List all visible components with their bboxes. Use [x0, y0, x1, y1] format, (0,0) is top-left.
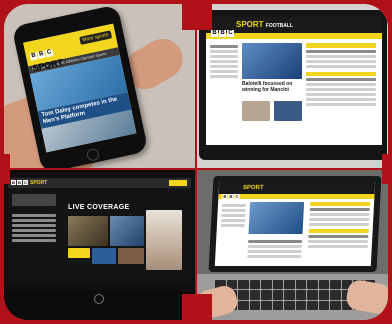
main-story-image[interactable]: [242, 43, 302, 79]
laptop-photo: BBC SPORT FOOTBALL Balotelli focussed on…: [197, 4, 388, 168]
table-column: [306, 43, 376, 108]
tv-screen: BBC SPORT LIVE COVERAGE: [8, 178, 191, 282]
story-thumb[interactable]: [242, 101, 270, 121]
laptop-screen: BBC SPORT: [214, 182, 376, 266]
left-links: [210, 43, 238, 80]
site-subnav[interactable]: [218, 194, 375, 199]
main-headline[interactable]: Balotelli focussed on winning for Mancin…: [242, 81, 302, 93]
phone-screen: BBC SPORT OLYMPICS More sports Schedule …: [23, 23, 137, 153]
live-stream-thumb[interactable]: [110, 216, 144, 246]
more-sports-button[interactable]: More sports: [78, 30, 113, 45]
laptop-screen-frame: BBC SPORT: [208, 176, 382, 272]
live-coverage-heading: LIVE COVERAGE: [68, 204, 130, 211]
athlete-image[interactable]: [146, 210, 182, 270]
frame-notch: [182, 294, 212, 324]
site-title: SPORT: [242, 185, 264, 191]
live-stream-thumb[interactable]: [92, 248, 116, 264]
laptop-lid: BBC SPORT FOOTBALL Balotelli focussed on…: [199, 10, 387, 160]
site-header: BBC SPORT FOOTBALL: [206, 17, 382, 37]
bbc-logo: BBC: [11, 180, 28, 185]
site-title: SPORT: [30, 180, 48, 186]
results-table: [12, 212, 56, 244]
story-list: [247, 238, 303, 260]
video-thumb[interactable]: [12, 194, 56, 206]
site-title: SPORT FOOTBALL: [236, 20, 294, 30]
yellow-tile[interactable]: [68, 248, 90, 258]
bbc-logo: BBC: [211, 30, 234, 37]
site-header: BBC SPORT: [218, 182, 376, 199]
tv-photo: BBC SPORT LIVE COVERAGE: [4, 170, 195, 320]
frame-notch: [0, 154, 10, 184]
left-links: [220, 202, 247, 229]
live-stream-thumb[interactable]: [68, 216, 108, 246]
frame-notch: [382, 154, 392, 184]
home-button[interactable]: [85, 147, 101, 162]
photo-frame: BBC SPORT OLYMPICS More sports Schedule …: [0, 0, 392, 324]
bbc-logo: BBC: [222, 194, 240, 199]
phone-photo: BBC SPORT OLYMPICS More sports Schedule …: [4, 4, 195, 168]
live-stream-thumb[interactable]: [118, 248, 144, 264]
laptop-screen: BBC SPORT FOOTBALL Balotelli focussed on…: [206, 17, 382, 145]
laptop-typing-photo: BBC SPORT: [197, 170, 388, 320]
story-thumb[interactable]: [274, 101, 302, 121]
frame-notch: [182, 0, 212, 30]
table-column: [307, 202, 371, 250]
main-story-image[interactable]: [248, 202, 305, 234]
television: BBC SPORT LIVE COVERAGE: [4, 174, 195, 290]
tv-site-header: BBC SPORT: [8, 178, 191, 188]
tv-stand: [94, 294, 104, 304]
tv-menu-tab[interactable]: [169, 180, 187, 186]
